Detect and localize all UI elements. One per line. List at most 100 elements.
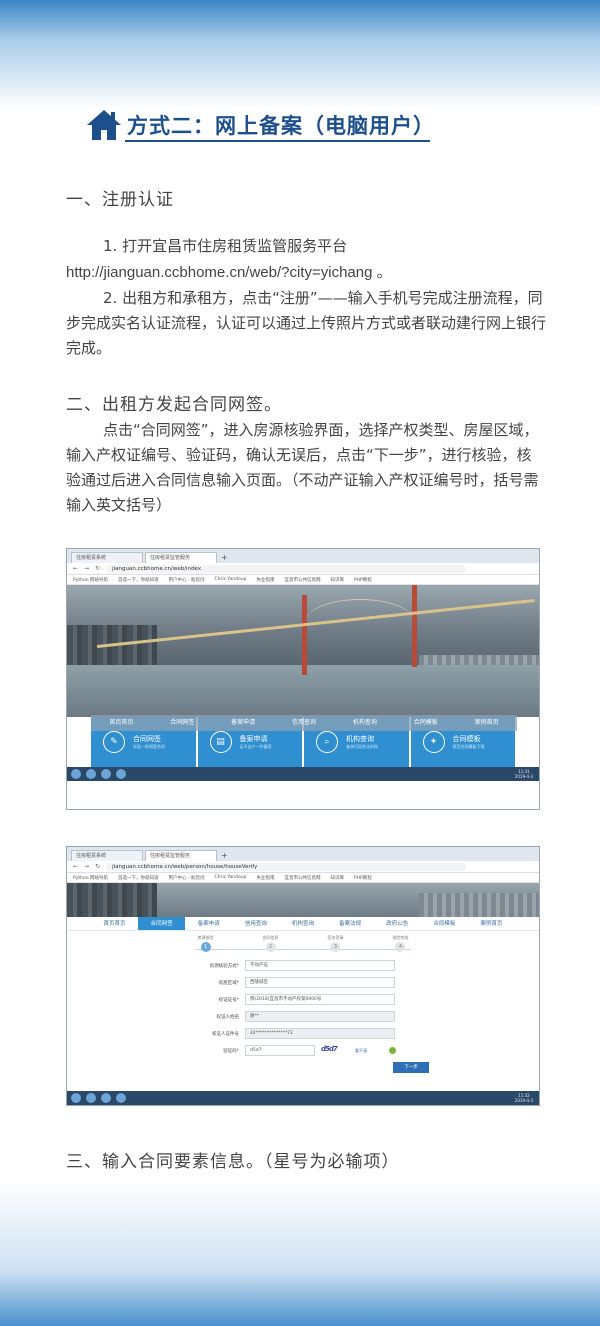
field-label: 权证人姓名	[216, 1014, 240, 1020]
url-input[interactable]: jianguan.ccbhome.cn/web/index	[106, 564, 467, 573]
next-step-button[interactable]: 下一步	[393, 1062, 429, 1073]
property-type-select[interactable]: 不动产证	[245, 960, 395, 971]
menu-item[interactable]: 信用查询	[232, 917, 279, 930]
tile-subtitle: 实现一秒网签合同	[133, 743, 165, 749]
section1-step1: 1. 打开宜昌市住房租赁监管服务平台	[103, 237, 348, 255]
taskbar-app-icon[interactable]	[101, 769, 111, 779]
browser-tab-active[interactable]: 住房租赁监管服务	[145, 552, 217, 563]
bookmark[interactable]: 首选一下，你就知道	[118, 875, 159, 881]
tile-title: 机构查询	[346, 734, 374, 743]
browser-tab-active[interactable]: 住房租赁监管服务	[145, 850, 217, 861]
hero-banner	[67, 585, 539, 717]
reload-icon[interactable]: ↻	[95, 863, 100, 870]
menu-item[interactable]: 备案申请	[185, 917, 232, 930]
captcha-refresh-link[interactable]: 看不清	[355, 1048, 367, 1054]
start-icon[interactable]	[71, 1093, 81, 1103]
browser-tabbar: 住房租赁系统 住房租赁监管服务 +	[67, 549, 539, 563]
menu-item[interactable]: 首页首页	[91, 917, 138, 930]
browser-tabbar: 住房租赁系统 住房租赁监管服务 +	[67, 847, 539, 861]
menu-item[interactable]: 合同模板	[421, 917, 468, 930]
taskbar-clock: 11:32 2019-4-3	[515, 1093, 539, 1103]
form-row: 房源核验方式* 不动产证	[177, 957, 539, 974]
tile-title: 合同模板	[452, 734, 481, 743]
pen-icon: ✎	[103, 731, 125, 753]
url-input[interactable]: jianguan.ccbhome.cn/web/person/house/hou…	[106, 862, 467, 871]
menu-item[interactable]: 案例首页	[456, 715, 517, 731]
step-label: 签名签章	[327, 935, 344, 940]
taskbar-app-icon[interactable]	[86, 769, 96, 779]
field-label: 验证码*	[223, 1048, 239, 1054]
browser-tab[interactable]: 住房租赁系统	[71, 552, 143, 563]
form-row: 权证人证件号 42**************72	[177, 1025, 539, 1042]
menu-item-active[interactable]: 合同网签	[138, 917, 186, 930]
taskbar-app-icon[interactable]	[86, 1093, 96, 1103]
menu-item[interactable]: 备案法规	[327, 917, 374, 930]
bookmark[interactable]: Chris Yandoup	[215, 875, 247, 880]
bookmark[interactable]: 首选一下，你就知道	[118, 577, 159, 583]
menu-item[interactable]: 政府公告	[374, 917, 421, 930]
bookmark-bar: Python 网站导航 首选一下，你就知道 用户中心 - 助您创 Chris Y…	[67, 575, 539, 585]
field-label: 房源核验方式*	[209, 963, 239, 969]
bookmark[interactable]: Chris Yandoup	[215, 577, 247, 582]
tile-subtitle: 查询可用合法机构	[346, 743, 378, 749]
bookmark[interactable]: 宜昌市公共信息网	[284, 875, 320, 881]
step-label: 合同信息	[262, 935, 279, 940]
bookmark[interactable]: Python 网站导航	[73, 577, 108, 583]
screenshot-homepage: 住房租赁系统 住房租赁监管服务 + ← → ↻ jianguan.ccbhome…	[66, 548, 540, 810]
bookmark[interactable]: 用户中心 - 助您创	[169, 875, 205, 881]
step: 合同信息 2	[251, 935, 291, 952]
menu-item[interactable]: 合同网签	[152, 715, 213, 731]
steps-line	[195, 949, 411, 950]
form-row: 权证证号* 鄂(2018)宜昌市不动产权第0000号	[177, 991, 539, 1008]
address-bar: ← → ↻ jianguan.ccbhome.cn/web/person/hou…	[67, 861, 539, 873]
bookmark[interactable]: 知识库	[330, 577, 344, 583]
back-icon[interactable]: ←	[73, 863, 78, 870]
site-menu: 首页首页 合同网签 备案申请 信用查询 机构查询 合同模板 案例首页	[91, 715, 517, 731]
start-icon[interactable]	[71, 769, 81, 779]
menu-item[interactable]: 首页首页	[91, 715, 152, 731]
platform-url[interactable]: http://jianguan.ccbhome.cn/web/?city=yic…	[66, 260, 546, 285]
menu-item[interactable]: 信用查询	[274, 715, 335, 731]
menu-item[interactable]: 机构查询	[279, 917, 326, 930]
taskbar-app-icon[interactable]	[101, 1093, 111, 1103]
menu-item[interactable]: 备案申请	[213, 715, 274, 731]
browser-tab[interactable]: 住房租赁系统	[71, 850, 143, 861]
chrome-icon[interactable]	[116, 1093, 126, 1103]
tile-subtitle: 足不出户一秒备案	[239, 743, 272, 749]
bookmark[interactable]: 宜昌市公共信息网	[284, 577, 320, 583]
bookmark[interactable]: 失业指南	[256, 577, 274, 583]
form-row: 权证人姓名 谢**	[177, 1008, 539, 1025]
menu-item[interactable]: 合同模板	[395, 715, 456, 731]
menu-item[interactable]: 机构查询	[334, 715, 395, 731]
tile-title: 备案申请	[239, 734, 268, 743]
address-bar: ← → ↻ jianguan.ccbhome.cn/web/index	[67, 563, 539, 575]
verify-form: 房源核验方式* 不动产证 房屋区域* 西陵城区 权证证号* 鄂(2018)宜昌市不动产…	[67, 957, 539, 1073]
back-icon[interactable]: ←	[73, 565, 78, 572]
reload-icon[interactable]: ↻	[95, 565, 100, 572]
chrome-icon[interactable]	[116, 769, 126, 779]
step-label: 房源核验	[197, 935, 214, 940]
captcha-image[interactable]: d5d7	[321, 1045, 355, 1056]
bookmark[interactable]: 知识库	[330, 875, 344, 881]
bookmark[interactable]: Python 网站导航	[73, 875, 108, 881]
tile-subtitle: 规范合同模板下载	[452, 743, 485, 749]
bookmark[interactable]: 用户中心 - 助您创	[169, 577, 205, 583]
clock-date: 2019-4-3	[514, 1098, 533, 1103]
forward-icon[interactable]: →	[84, 565, 89, 572]
bookmark[interactable]: PHP教程	[354, 577, 372, 583]
region-select[interactable]: 西陵城区	[245, 977, 395, 988]
new-tab-icon[interactable]: +	[221, 552, 228, 563]
new-tab-icon[interactable]: +	[221, 850, 228, 861]
taskbar-clock: 11:31 2019-4-3	[515, 769, 539, 779]
bookmark[interactable]: PHP教程	[354, 875, 372, 881]
certificate-number-input[interactable]: 鄂(2018)宜昌市不动产权第0000号	[245, 994, 395, 1005]
document-icon: ▤	[209, 731, 232, 753]
menu-item[interactable]: 案例首页	[468, 917, 515, 930]
section1-step2: 2. 出租方和承租方，点击“注册”——输入手机号完成注册流程，同步完成实名认证流…	[66, 289, 547, 357]
owner-name-field: 谢**	[245, 1011, 395, 1022]
step-label: 核验完成	[392, 935, 409, 940]
captcha-input[interactable]: d5d7	[245, 1045, 315, 1056]
bookmark[interactable]: 失业指南	[256, 875, 274, 881]
step: 核验完成 4	[380, 935, 420, 952]
forward-icon[interactable]: →	[84, 863, 89, 870]
